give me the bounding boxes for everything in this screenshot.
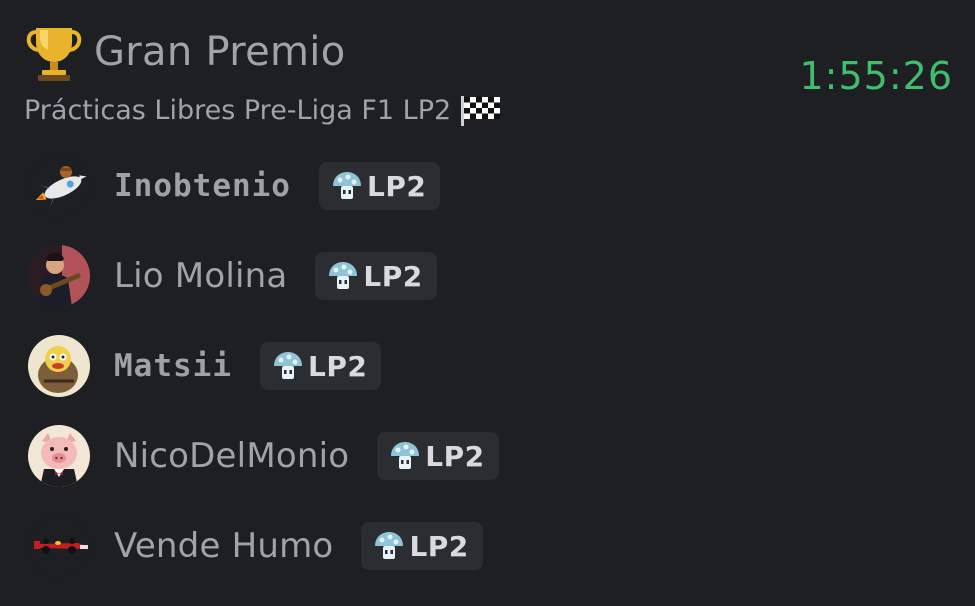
rocket-avatar[interactable] (28, 155, 90, 217)
member-row[interactable]: Matsii LP2 (28, 335, 499, 397)
member-name[interactable]: NicoDelMonio (114, 436, 349, 476)
f1-car-avatar[interactable] (28, 515, 90, 577)
member-row[interactable]: Vende Humo LP2 (28, 515, 499, 577)
role-tag-label: LP2 (363, 259, 423, 293)
role-tag[interactable]: LP2 (361, 522, 483, 570)
checkered-flag-icon (461, 96, 501, 126)
role-tag-label: LP2 (425, 439, 485, 473)
member-name[interactable]: Matsii (114, 348, 232, 384)
trophy-icon (26, 28, 82, 81)
cartoon-avatar[interactable] (28, 335, 90, 397)
pig-avatar[interactable] (28, 425, 90, 487)
mushroom-icon (391, 442, 420, 469)
guitarist-avatar[interactable] (28, 245, 90, 307)
role-tag-label: LP2 (307, 349, 368, 383)
member-row[interactable]: Lio Molina LP2 (28, 245, 499, 307)
member-name[interactable]: Lio Molina (114, 256, 287, 296)
mushroom-icon (375, 532, 404, 559)
mushroom-icon (329, 262, 358, 289)
role-tag-label: LP2 (366, 169, 427, 203)
member-list: Inobtenio LP2 Lio Molina LP2 Matsii LP2 … (28, 155, 499, 606)
member-row[interactable]: Inobtenio LP2 (28, 155, 499, 217)
role-tag[interactable]: LP2 (315, 252, 437, 300)
role-tag[interactable]: LP2 (318, 162, 441, 210)
event-subtitle: Prácticas Libres Pre-Liga F1 LP2 (24, 94, 452, 126)
role-tag[interactable]: LP2 (259, 342, 382, 390)
event-title: Gran Premio (94, 29, 346, 75)
event-header: Gran Premio (22, 20, 345, 84)
member-name[interactable]: Inobtenio (114, 168, 291, 204)
mushroom-icon (273, 352, 302, 379)
member-name[interactable]: Vende Humo (114, 526, 333, 566)
event-timer: 1:55:26 (799, 54, 953, 98)
event-subtitle-row: Prácticas Libres Pre-Liga F1 LP2 (24, 88, 501, 132)
role-tag[interactable]: LP2 (377, 432, 499, 480)
mushroom-icon (332, 172, 361, 199)
role-tag-label: LP2 (409, 529, 469, 563)
member-row[interactable]: NicoDelMonio LP2 (28, 425, 499, 487)
